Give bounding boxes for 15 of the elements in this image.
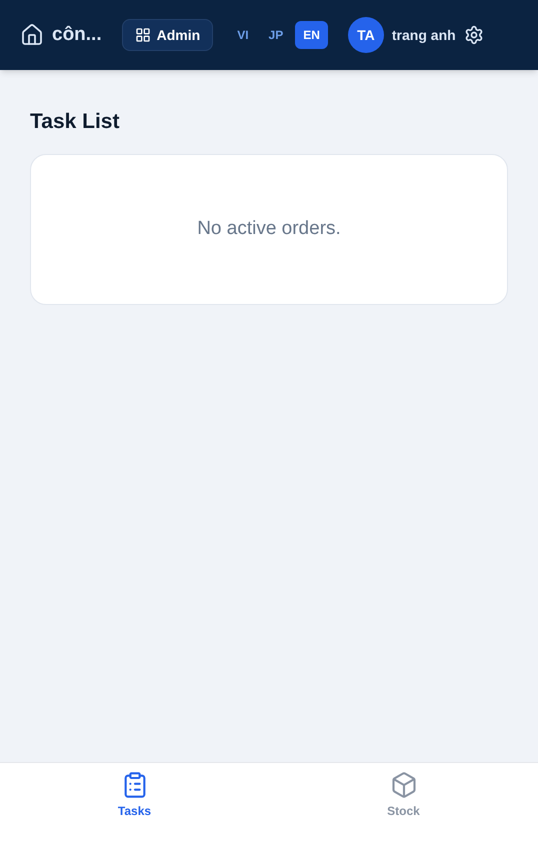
home-icon[interactable] <box>20 23 44 47</box>
nav-tab[interactable]: Tasks <box>0 763 269 842</box>
empty-message: No active orders. <box>197 216 341 241</box>
box-icon <box>390 771 418 799</box>
nav-tab[interactable]: Stock <box>269 763 538 842</box>
language-tab[interactable]: EN <box>295 21 328 49</box>
user-name: trang anh <box>392 26 456 45</box>
user-avatar[interactable]: TA <box>348 17 384 53</box>
grid-icon <box>134 27 151 43</box>
page-title: Task List <box>30 109 120 135</box>
language-tab[interactable]: JP <box>260 21 292 49</box>
admin-button[interactable]: Admin <box>122 19 214 51</box>
settings-icon[interactable] <box>464 25 484 45</box>
language-tab[interactable]: VI <box>229 21 257 49</box>
app-title: côn... <box>52 22 102 47</box>
